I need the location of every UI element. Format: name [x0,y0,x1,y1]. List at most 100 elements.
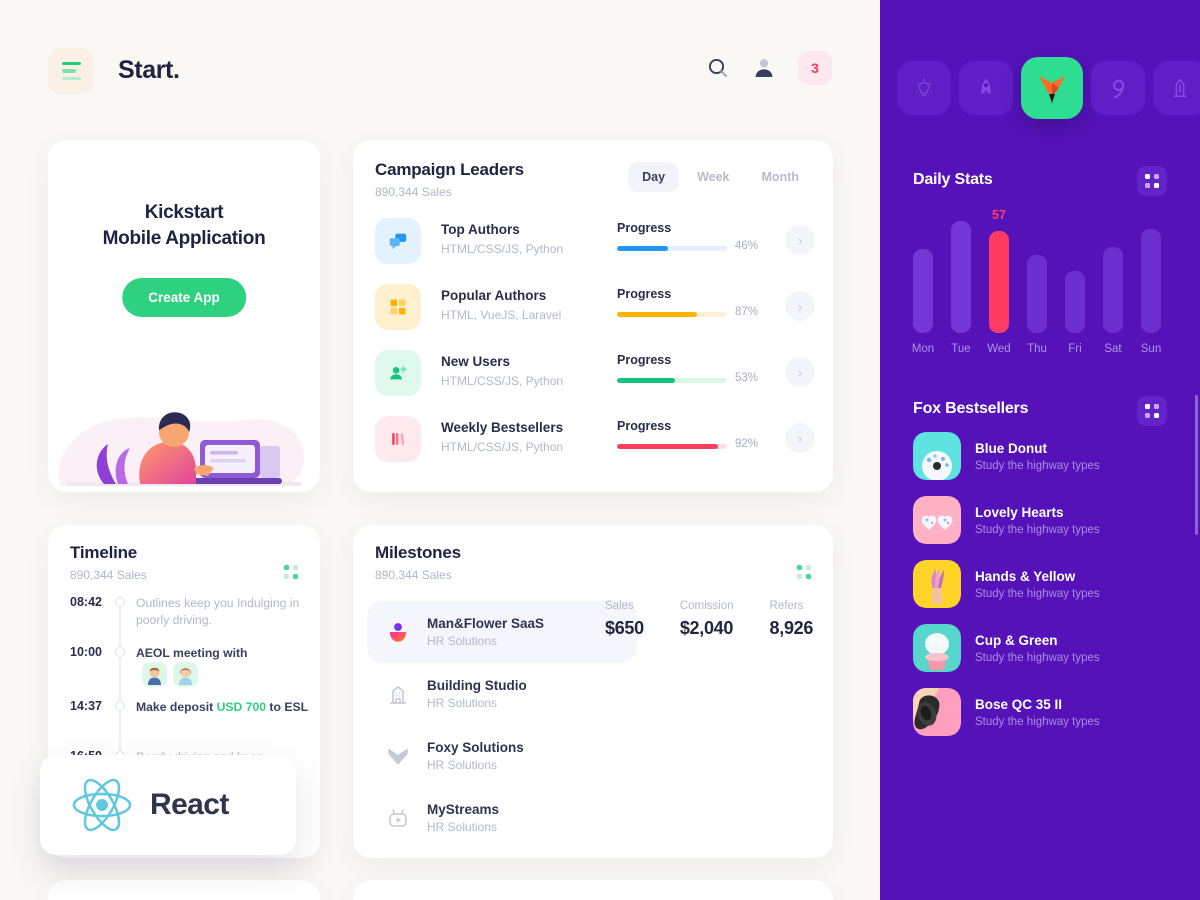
grid-squares-icon [375,284,421,330]
stat-label: Sales [605,600,634,612]
campaign-row-chevron-right-icon[interactable]: › [785,225,815,255]
lightbulb-icon[interactable] [897,61,951,115]
hands-photo [913,560,961,608]
daily-label-wed: Wed [987,343,1011,355]
milestones-menu-dots-icon[interactable] [797,565,811,579]
fox-bestsellers-menu-dots-icon[interactable] [1137,396,1167,426]
milestone-row[interactable]: Man&Flower SaaS HR Solutions [367,601,637,663]
campaign-progress-percent: 53% [735,372,759,384]
milestone-row[interactable]: Foxy Solutions HR Solutions [367,725,637,787]
milestone-sub: HR Solutions [427,820,498,834]
cup-photo [913,624,961,672]
sidebar-scrollbar[interactable] [1195,395,1198,535]
main-content-area: Start. 3 Kickstart Mobile Application Cr… [0,0,880,900]
bestseller-row[interactable]: Bose QC 35 II Study the highway types [913,688,1171,736]
campaign-row-name: Weekly Bestsellers [441,420,564,435]
bestseller-name: Hands & Yellow [975,568,1076,584]
daily-label-tue: Tue [951,343,971,355]
bestseller-row[interactable]: Blue Donut Study the highway types [913,432,1171,480]
timeline-entry[interactable]: 08:42 Outlines keep you Indulging in poo… [70,595,310,647]
daily-label-thu: Thu [1027,343,1047,355]
timeline-menu-dots-icon[interactable] [284,565,298,579]
headphones-photo [913,688,961,736]
milestone-texts: Building Studio HR Solutions [427,678,527,710]
bestseller-name: Lovely Hearts [975,504,1064,520]
daily-stats-bar-chart: 57 Mon Tue Wed Thu Fri Sat Sun [912,205,1167,355]
milestone-row[interactable]: MyStreams HR Solutions [367,787,637,849]
campaign-subtitle: 890,344 Sales [375,185,452,199]
milestone-name: Man&Flower SaaS [427,616,545,631]
tower-icon[interactable] [1153,61,1200,115]
timeline-entry[interactable]: 14:37 Make deposit USD 700 to ESL [70,699,310,751]
menu-lines-icon[interactable] [48,48,94,94]
milestone-stats: Sales $650 Comission $2,040 Refers 8,926 [605,600,813,639]
bestseller-texts: Lovely Hearts Study the highway types [975,505,1100,536]
stat-value: 8,926 [769,618,814,638]
stat-label: Comission [679,600,734,612]
hearts-photo [913,496,961,544]
bestseller-name: Blue Donut [975,440,1047,456]
timeline-connector [119,607,121,647]
bestseller-row[interactable]: Cup & Green Study the highway types [913,624,1171,672]
timeline-entry-text: AEOL meeting with [136,646,248,660]
tab-week[interactable]: Week [683,162,743,192]
bestseller-sub: Study the highway types [975,715,1100,728]
campaign-row-name: New Users [441,354,511,369]
timeline-entry-text: Outlines keep you Indulging in poorly dr… [136,596,300,627]
milestone-row[interactable]: Building Studio HR Solutions [367,663,637,725]
campaign-header: Campaign Leaders 890,344 Sales [375,160,524,199]
create-app-button[interactable]: Create App [122,278,246,317]
daily-bar-tue [951,221,971,333]
timeline-entry-time: 14:37 [70,699,102,713]
bestseller-name: Cup & Green [975,632,1058,648]
bestseller-sub: Study the highway types [975,587,1100,600]
kickstart-heading: Kickstart Mobile Application [48,200,320,252]
campaign-progress-percent: 87% [735,306,759,318]
flower-tulip-icon [381,615,415,649]
campaign-row[interactable]: Top Authors HTML/CSS/JS, Python Progress… [375,218,815,270]
daily-label-sat: Sat [1104,343,1122,355]
tv-play-icon [381,801,415,835]
spiral-nine-icon[interactable] [1091,61,1145,115]
campaign-progress-track [617,312,727,317]
books-icon [375,416,421,462]
rocket-icon[interactable] [959,61,1013,115]
page-title: Start. [118,56,180,84]
chat-bubbles-icon [375,218,421,264]
fox-logo-icon[interactable] [1021,57,1083,119]
campaign-progress-track [617,444,727,449]
stat-sales: Sales $650 [605,600,644,639]
daily-stats-menu-dots-icon[interactable] [1137,166,1167,196]
bestseller-row[interactable]: Hands & Yellow Study the highway types [913,560,1171,608]
person-at-desk-illustration [48,382,320,492]
user-avatar-icon[interactable] [752,56,776,80]
user-plus-icon [375,350,421,396]
bestseller-sub: Study the highway types [975,651,1100,664]
timeline-entry-row: AEOL meeting with [136,645,310,687]
daily-bar-sat [1103,247,1123,333]
campaign-row[interactable]: Popular Authors HTML, VueJS, Laravel Pro… [375,284,815,336]
campaign-progress-fill [617,444,719,449]
timeline-entry[interactable]: 10:00 AEOL meeting with [70,645,310,701]
timeline-connector [119,711,121,751]
search-icon[interactable] [706,56,730,80]
stat-refers: Refers 8,926 [770,600,814,639]
campaign-progress-fill [617,378,676,383]
react-badge-card[interactable]: React [40,755,296,855]
notification-badge[interactable]: 3 [798,51,832,85]
fox-bestsellers-list: Blue Donut Study the highway types Lovel… [913,432,1171,752]
bestseller-texts: Cup & Green Study the highway types [975,633,1100,664]
campaign-row-chevron-right-icon[interactable]: › [785,423,815,453]
tab-month[interactable]: Month [748,162,813,192]
milestone-sub: HR Solutions [427,758,498,772]
campaign-row[interactable]: Weekly Bestsellers HTML/CSS/JS, Python P… [375,416,815,468]
campaign-row-chevron-right-icon[interactable]: › [785,357,815,387]
milestones-card: Milestones 890,344 Sales Man&Flower SaaS… [353,525,833,858]
tab-day[interactable]: Day [628,162,680,192]
kickstart-line-2: Mobile Application [102,228,266,249]
timeline-title: Timeline [70,543,138,562]
campaign-row-chevron-right-icon[interactable]: › [785,291,815,321]
campaign-progress-fill [617,246,668,251]
campaign-row[interactable]: New Users HTML/CSS/JS, Python Progress 5… [375,350,815,402]
bestseller-row[interactable]: Lovely Hearts Study the highway types [913,496,1171,544]
